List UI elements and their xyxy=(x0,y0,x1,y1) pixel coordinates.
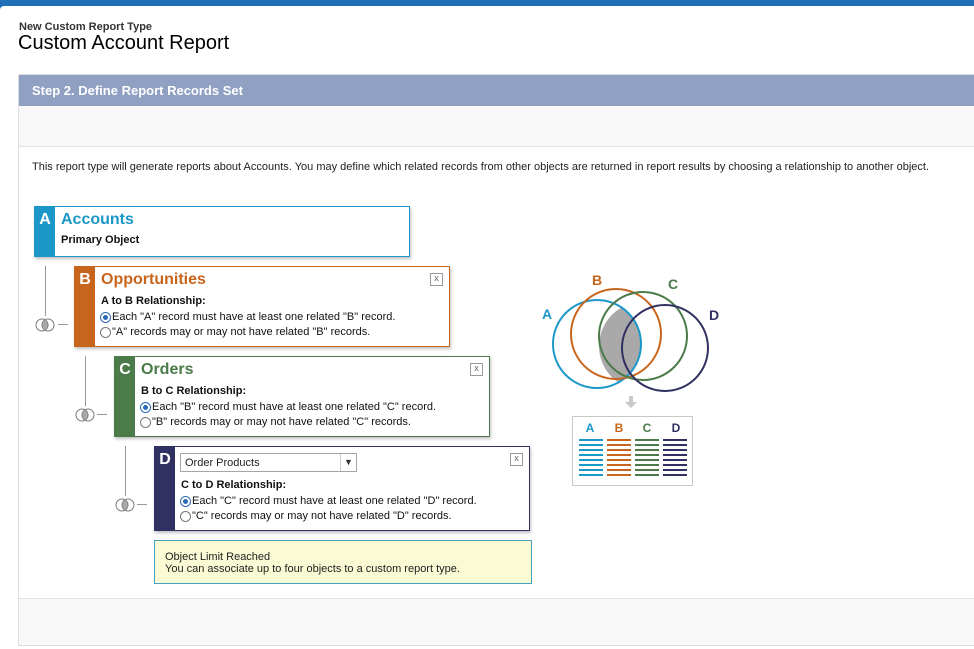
connector-c-d-h xyxy=(137,504,147,505)
object-d-select[interactable]: Order Products ▼ xyxy=(180,453,357,472)
bottom-toolbar-area xyxy=(19,598,974,645)
dropdown-arrow-icon[interactable]: ▼ xyxy=(340,454,356,471)
close-icon[interactable]: x xyxy=(470,363,483,376)
object-b-box: B Opportunities x A to B Relationship: E… xyxy=(74,266,450,347)
notice-title: Object Limit Reached xyxy=(165,551,271,563)
step-header: Step 2. Define Report Records Set xyxy=(19,75,974,106)
close-icon[interactable]: x xyxy=(430,273,443,286)
object-c-opt2[interactable]: "B" records may or may not have related … xyxy=(140,416,411,428)
object-c-name: Orders xyxy=(141,361,194,378)
object-d-select-value: Order Products xyxy=(185,457,260,469)
legend-col-a xyxy=(579,439,603,479)
legend-letter-b: B xyxy=(614,421,624,435)
down-arrow-icon xyxy=(625,396,637,408)
object-d-letter: D xyxy=(155,447,175,530)
object-b-rel-label: A to B Relationship: xyxy=(101,295,206,307)
object-a-box: A Accounts Primary Object xyxy=(34,206,410,257)
connector-a-b xyxy=(45,266,46,316)
object-d-rel-label: C to D Relationship: xyxy=(181,479,287,491)
legend-letter-d: D xyxy=(671,421,681,435)
join-icon xyxy=(35,318,55,332)
object-c-opt1-label: Each "B" record must have at least one r… xyxy=(152,401,437,413)
legend-letter-a: A xyxy=(585,421,595,435)
radio-b-optional[interactable] xyxy=(100,326,111,338)
intro-text: This report type will generate reports a… xyxy=(32,161,929,173)
radio-d-optional[interactable] xyxy=(180,510,191,522)
object-c-rel-label: B to C Relationship: xyxy=(141,385,247,397)
connector-c-d xyxy=(125,446,126,496)
legend-col-d xyxy=(663,439,687,479)
legend-col-b xyxy=(607,439,631,479)
join-icon xyxy=(75,408,95,422)
notice-text: You can associate up to four objects to … xyxy=(165,563,460,575)
legend-col-c xyxy=(635,439,659,479)
object-d-opt1-label: Each "C" record must have at least one r… xyxy=(192,495,477,507)
object-limit-notice: Object Limit Reached You can associate u… xyxy=(154,540,532,584)
object-c-opt2-label: "B" records may or may not have related … xyxy=(152,416,411,428)
connector-b-c xyxy=(85,356,86,406)
object-b-opt1-label: Each "A" record must have at least one r… xyxy=(112,311,396,323)
venn-label-c: C xyxy=(668,276,679,292)
venn-label-a: A xyxy=(542,306,553,322)
object-a-name: Accounts xyxy=(61,211,134,228)
connector-a-b-h xyxy=(58,324,68,325)
object-c-opt1[interactable]: Each "B" record must have at least one r… xyxy=(140,401,436,413)
object-b-opt1[interactable]: Each "A" record must have at least one r… xyxy=(100,311,395,323)
page-title: Custom Account Report xyxy=(18,32,230,54)
venn-label-b: B xyxy=(592,272,603,288)
object-a-letter: A xyxy=(35,207,55,256)
object-c-letter: C xyxy=(115,357,135,436)
radio-d-required[interactable] xyxy=(180,495,191,507)
radio-c-required[interactable] xyxy=(140,401,151,413)
object-d-opt2[interactable]: "C" records may or may not have related … xyxy=(180,510,452,522)
legend-letter-c: C xyxy=(642,421,652,435)
object-b-name: Opportunities xyxy=(101,271,206,288)
object-d-opt2-label: "C" records may or may not have related … xyxy=(192,510,452,522)
connector-b-c-h xyxy=(97,414,107,415)
object-b-letter: B xyxy=(75,267,95,346)
object-a-sub: Primary Object xyxy=(61,234,140,246)
object-b-opt2[interactable]: "A" records may or may not have related … xyxy=(100,326,370,338)
radio-b-required[interactable] xyxy=(100,311,111,323)
object-d-box: D Order Products ▼ x C to D Relationship… xyxy=(154,446,530,531)
radio-c-optional[interactable] xyxy=(140,416,151,428)
object-d-opt1[interactable]: Each "C" record must have at least one r… xyxy=(180,495,477,507)
venn-diagram xyxy=(552,288,709,392)
venn-label-d: D xyxy=(709,307,720,323)
close-icon[interactable]: x xyxy=(510,453,523,466)
toolbar-area xyxy=(19,106,974,147)
join-icon xyxy=(115,498,135,512)
object-c-box: C Orders x B to C Relationship: Each "B"… xyxy=(114,356,490,437)
object-b-opt2-label: "A" records may or may not have related … xyxy=(112,326,371,338)
report-legend: A B C D xyxy=(572,416,693,486)
